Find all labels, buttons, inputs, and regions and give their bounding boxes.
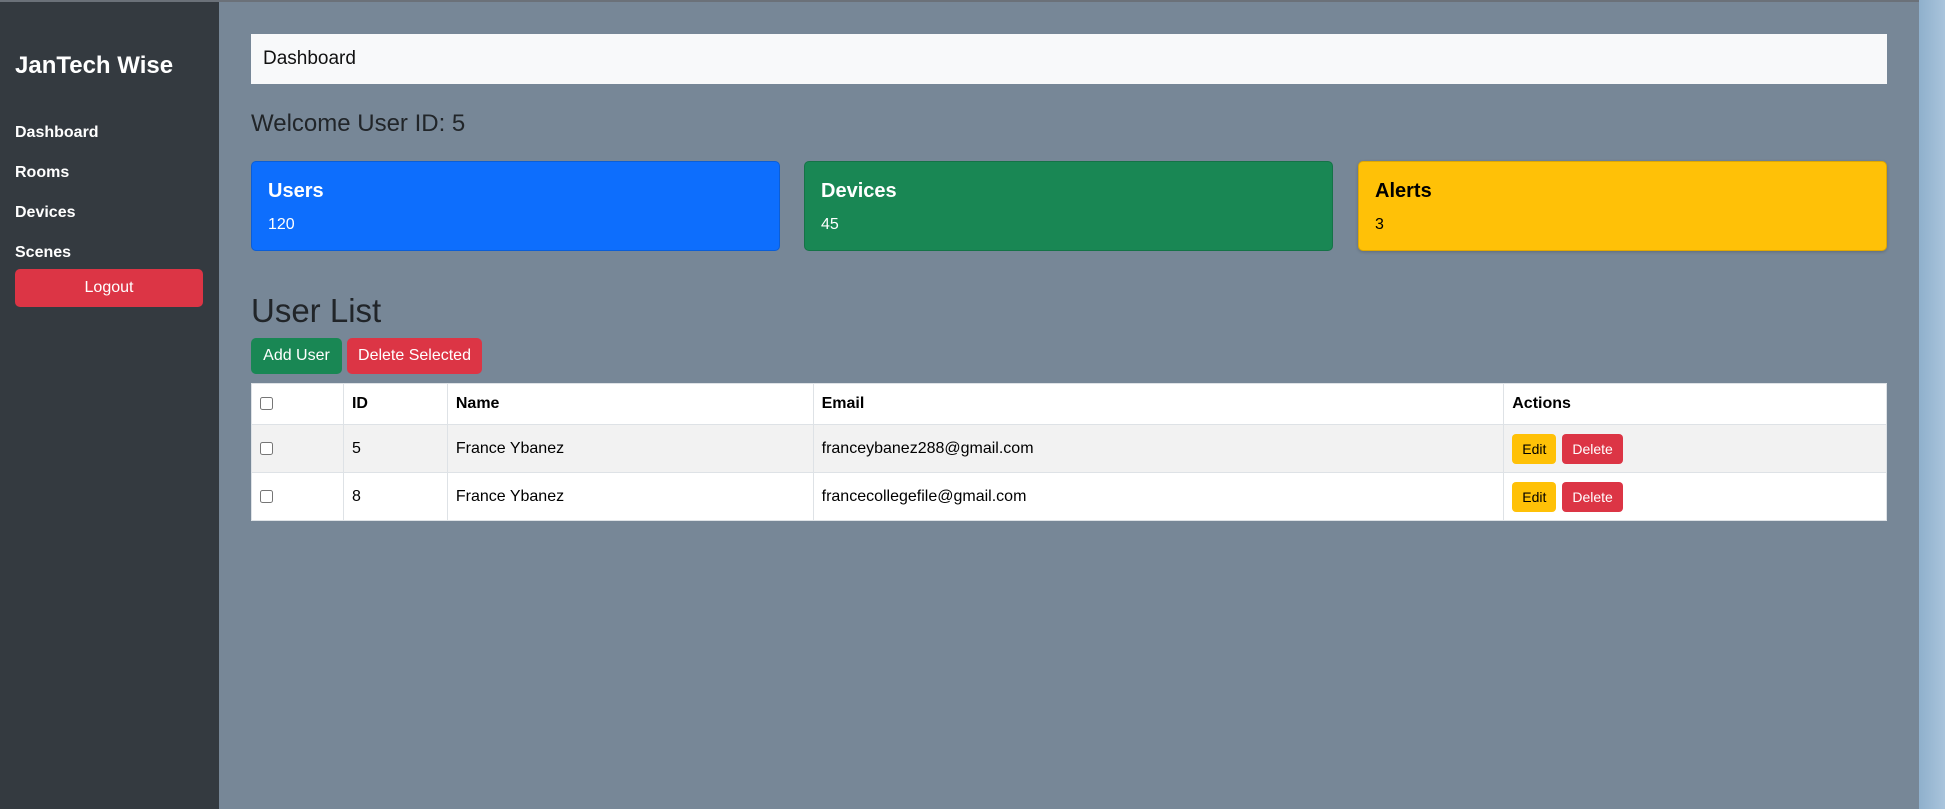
user-list-title: User List	[251, 292, 382, 329]
logout-button[interactable]: Logout	[15, 269, 203, 307]
row-select-cell	[251, 472, 344, 521]
row-checkbox[interactable]	[260, 441, 273, 455]
sidebar-item-devices[interactable]: Devices	[15, 204, 76, 222]
brand-title: JanTech Wise	[15, 52, 174, 79]
delete-button[interactable]: Delete	[1562, 481, 1623, 512]
alerts-card-value: 3	[1375, 216, 1384, 233]
users-card-value: 120	[268, 216, 295, 233]
delete-button[interactable]: Delete	[1562, 433, 1623, 464]
edit-button[interactable]: Edit	[1512, 481, 1557, 512]
row-select-cell	[251, 424, 344, 473]
background-edge	[1919, 0, 1945, 809]
welcome-message: Welcome User ID: 5	[251, 110, 466, 137]
alerts-card: Alerts 3	[1358, 161, 1887, 251]
user-actions-cell: Edit Delete	[1503, 424, 1887, 473]
column-header-email: Email	[812, 383, 1505, 425]
column-header-actions: Actions	[1503, 383, 1887, 425]
user-email-cell: francecollegefile@gmail.com	[812, 472, 1505, 521]
user-table: ID Name Email Actions 5 France Ybanez fr…	[251, 383, 1887, 521]
user-name-cell: France Ybanez	[446, 472, 814, 521]
sidebar-item-dashboard[interactable]: Dashboard	[15, 124, 99, 142]
page-header: Dashboard	[251, 34, 1887, 84]
devices-card-title: Devices	[821, 180, 897, 202]
select-all-cell	[251, 383, 344, 425]
users-card-title: Users	[268, 180, 324, 202]
window-top-border	[0, 0, 1945, 2]
table-row: 5 France Ybanez franceybanez288@gmail.co…	[251, 424, 1887, 473]
table-row: 8 France Ybanez francecollegefile@gmail.…	[251, 472, 1887, 521]
user-actions-cell: Edit Delete	[1503, 472, 1887, 521]
sidebar-item-scenes[interactable]: Scenes	[15, 244, 71, 262]
page-title: Dashboard	[263, 48, 356, 69]
user-email-cell: franceybanez288@gmail.com	[812, 424, 1505, 473]
alerts-card-title: Alerts	[1375, 180, 1432, 202]
select-all-checkbox[interactable]	[260, 397, 273, 411]
devices-card-value: 45	[821, 216, 839, 233]
add-user-button[interactable]: Add User	[251, 338, 342, 374]
sidebar: JanTech Wise Dashboard Rooms Devices Sce…	[0, 2, 219, 809]
devices-card: Devices 45	[804, 161, 1333, 251]
sidebar-item-rooms[interactable]: Rooms	[15, 164, 69, 182]
column-header-id: ID	[342, 383, 448, 425]
users-card: Users 120	[251, 161, 780, 251]
user-id-cell: 8	[342, 472, 448, 521]
delete-selected-button[interactable]: Delete Selected	[347, 338, 482, 374]
table-header-row: ID Name Email Actions	[251, 383, 1887, 425]
user-id-cell: 5	[342, 424, 448, 473]
row-checkbox[interactable]	[260, 489, 273, 503]
column-header-name: Name	[446, 383, 814, 425]
edit-button[interactable]: Edit	[1512, 433, 1557, 464]
user-name-cell: France Ybanez	[446, 424, 814, 473]
